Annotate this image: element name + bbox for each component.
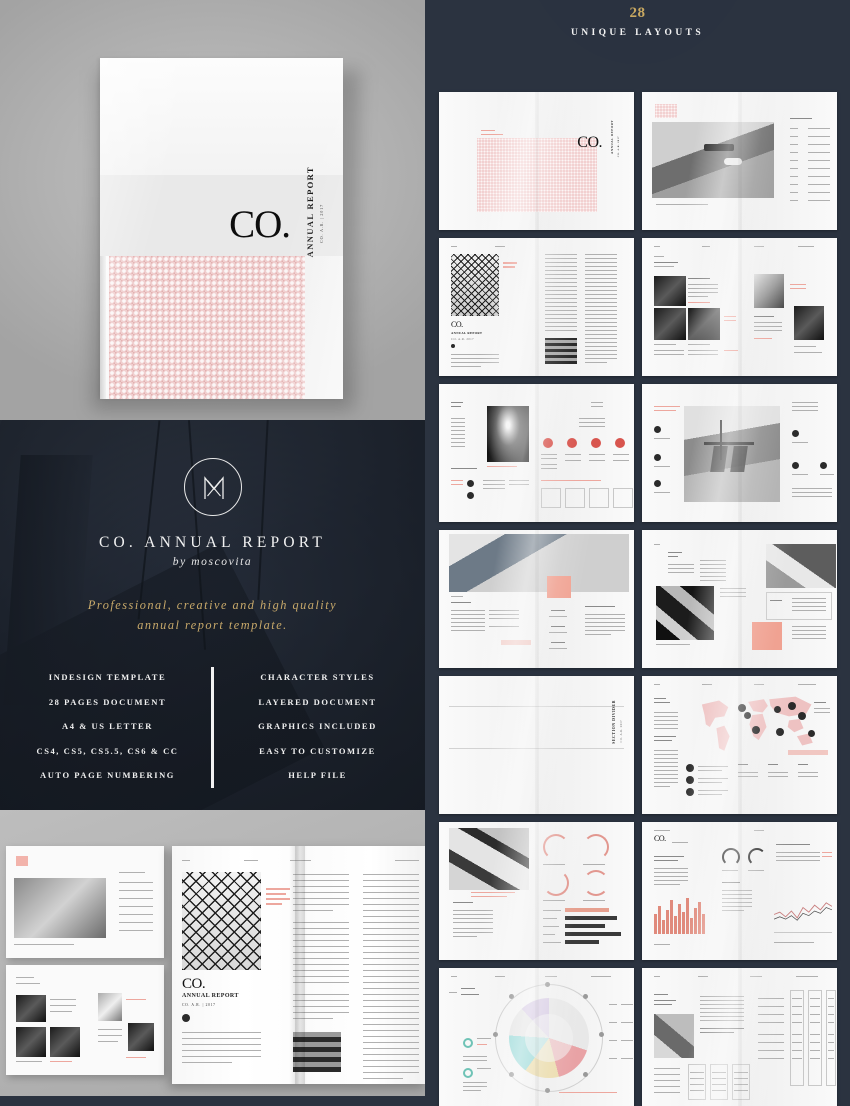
spread-thumb-divider[interactable]: SECTION DIVIDER CO. A.R. 2017 xyxy=(439,676,634,814)
spread-thumb-analytics[interactable]: CO. xyxy=(642,822,837,960)
right-column: 28 UNIQUE LAYOUTS CO. ANNUAL REPORT CO. … xyxy=(425,0,850,1106)
feature-item: LAYERED DOCUMENT xyxy=(258,696,377,707)
hero-tagline: Professional, creative and high quality … xyxy=(0,595,425,636)
mockup-spread-team xyxy=(6,965,164,1075)
cover-mockup-panel: CO. ANNUAL REPORT CO. A.R. | 2017 xyxy=(0,0,425,420)
spreads-grid: CO. ANNUAL REPORT CO. A.R. 2017 CO. ANNU… xyxy=(439,92,837,1106)
spread-thumb-piechart[interactable] xyxy=(439,968,634,1106)
spread-thumb-profile[interactable] xyxy=(439,384,634,522)
poster-root: CO. ANNUAL REPORT CO. A.R. | 2017 CO. AN… xyxy=(0,0,850,1106)
spread-thumb-worldmap[interactable] xyxy=(642,676,837,814)
cover-top-band xyxy=(100,58,343,175)
hero-tagline-line-2: annual report template. xyxy=(137,618,288,633)
logo-wrap xyxy=(0,458,425,516)
feature-item: CS4, CS5, CS5.5, CS6 & CC xyxy=(36,745,179,756)
spread-thumb-financials[interactable] xyxy=(642,968,837,1106)
hero-title: CO. ANNUAL REPORT xyxy=(98,534,327,551)
mockup-subtitle: ANNUAL REPORT xyxy=(182,993,239,999)
layout-count-label: UNIQUE LAYOUTS xyxy=(570,28,705,38)
left-column: CO. ANNUAL REPORT CO. A.R. | 2017 CO. AN… xyxy=(0,0,425,1096)
feature-list: INDESIGN TEMPLATE 28 PAGES DOCUMENT A4 &… xyxy=(18,665,407,788)
feature-item: HELP FILE xyxy=(288,770,347,780)
monogram-m-circle-icon xyxy=(183,458,242,516)
hero-panel: CO. ANNUAL REPORT by moscovita Professio… xyxy=(0,420,425,810)
feature-column-right: CHARACTER STYLES LAYERED DOCUMENT GRAPHI… xyxy=(228,665,407,788)
feature-item: 28 PAGES DOCUMENT xyxy=(48,696,167,707)
mockup-brand: CO. xyxy=(182,976,206,992)
feature-column-left: INDESIGN TEMPLATE 28 PAGES DOCUMENT A4 &… xyxy=(18,665,197,788)
cover-pattern-block xyxy=(109,256,305,399)
feature-item: EASY TO CUSTOMIZE xyxy=(259,745,376,756)
feature-item: AUTO PAGE NUMBERING xyxy=(40,770,175,780)
spread-thumb-charts[interactable] xyxy=(439,822,634,960)
cover-book: CO. ANNUAL REPORT CO. A.R. | 2017 xyxy=(100,58,343,399)
spread-thumb-statistics[interactable] xyxy=(439,530,634,668)
feature-item: A4 & US LETTER xyxy=(62,721,153,731)
mockup-spread-contents xyxy=(6,846,164,958)
feature-divider xyxy=(211,667,214,788)
cover-vertical-title: ANNUAL REPORT xyxy=(305,166,315,258)
cover-brand: CO. xyxy=(229,203,291,246)
spread-thumb-contents[interactable] xyxy=(642,92,837,230)
mockup-open-book: CO. ANNUAL REPORT CO. A.R. | 2017 xyxy=(172,846,425,1084)
spread-thumb-intro[interactable]: CO. ANNUAL REPORT CO. A.R. 2017 xyxy=(439,238,634,376)
spread-thumb-interior[interactable] xyxy=(642,384,837,522)
hero-byline: by moscovita xyxy=(172,556,253,568)
mockup-year: CO. A.R. | 2017 xyxy=(182,1003,216,1007)
layout-count: 28 xyxy=(629,5,646,21)
feature-item: INDESIGN TEMPLATE xyxy=(48,672,167,682)
feature-item: GRAPHICS INCLUDED xyxy=(258,721,377,731)
bottom-mockup-panel: CO. ANNUAL REPORT CO. A.R. | 2017 xyxy=(0,810,425,1096)
feature-item: CHARACTER STYLES xyxy=(260,672,375,682)
spread-thumb-team[interactable] xyxy=(642,238,837,376)
cover-vertical-sub: CO. A.R. | 2017 xyxy=(319,204,324,243)
spread-thumb-report[interactable] xyxy=(642,530,837,668)
hero-tagline-line-1: Professional, creative and high quality xyxy=(87,598,338,612)
spread-thumb-cover[interactable]: CO. ANNUAL REPORT CO. A.R. 2017 xyxy=(439,92,634,230)
